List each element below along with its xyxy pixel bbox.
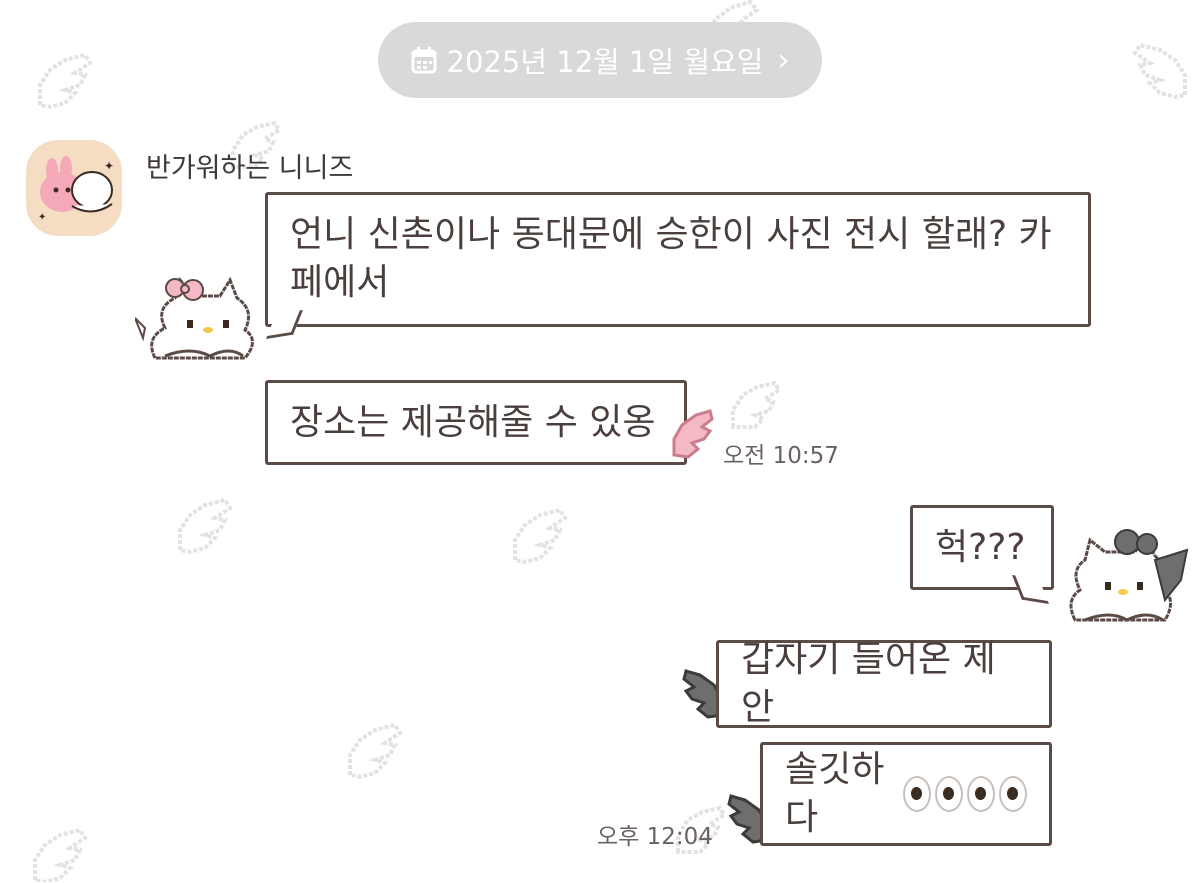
hello-kitty-devil-sticker [1055,520,1195,634]
chevron-right-icon: › [777,42,790,78]
hello-kitty-sticker [134,268,265,372]
message-text: 솔깃하다 [785,749,885,838]
wing-pattern-icon [505,500,575,570]
wing-pattern-icon [25,820,95,882]
outgoing-message[interactable]: 갑자기 들어온 제안 [716,639,1052,728]
svg-text:✦: ✦ [104,159,114,173]
wing-pattern-icon [30,45,100,115]
message-text: 갑자기 들어온 제안 [741,639,996,728]
date-label: 2025년 12월 1일 월요일 [446,45,764,79]
message-text: 언니 신촌이나 동대문에 승한이 사진 전시 할래? 카페에서 [290,214,1052,303]
wing-pattern-icon [170,490,240,560]
pink-wing-icon [668,405,714,465]
wing-pattern-icon [1125,35,1195,105]
outgoing-message[interactable]: 솔깃하다 [760,742,1052,846]
wing-pattern-icon [725,375,785,435]
message-text: 장소는 제공해줄 수 있옹 [290,401,656,443]
date-header[interactable]: 2025년 12월 1일 월요일 › [378,22,822,98]
incoming-message[interactable]: 장소는 제공해줄 수 있옹 [265,380,687,465]
message-timestamp: 오전 10:57 [723,443,839,469]
wing-pattern-icon [340,715,410,785]
message-text: 헉??? [935,526,1026,568]
avatar[interactable]: ✦ ✦ [26,140,122,236]
eyes-emoji-icon [903,776,1027,812]
sender-name: 반가워하는 니니즈 [146,153,354,184]
svg-text:✦: ✦ [38,212,46,223]
calendar-icon [411,47,437,74]
message-timestamp: 오후 12:04 [597,824,713,850]
incoming-message[interactable]: 언니 신촌이나 동대문에 승한이 사진 전시 할래? 카페에서 [265,192,1091,327]
outgoing-message[interactable]: 헉??? [910,505,1054,590]
